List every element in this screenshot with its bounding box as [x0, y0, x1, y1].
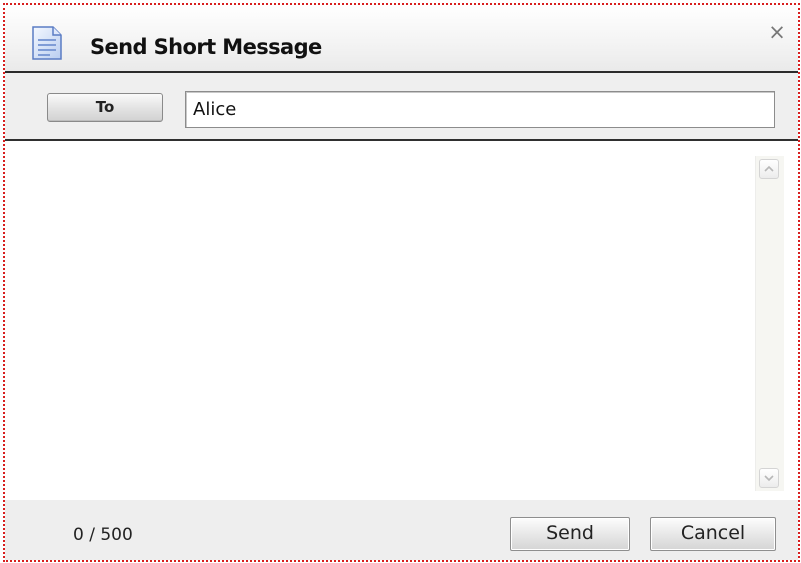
scroll-down-button[interactable] — [759, 468, 779, 488]
cancel-button[interactable]: Cancel — [650, 517, 776, 551]
to-button[interactable]: To — [47, 93, 163, 122]
send-short-message-dialog: Send Short Message × To Alice 0 / 500 Se… — [3, 3, 800, 562]
recipient-row: To — [5, 73, 798, 141]
message-textarea[interactable] — [15, 149, 749, 493]
close-icon[interactable]: × — [766, 21, 788, 43]
chevron-up-icon — [760, 160, 778, 178]
send-button[interactable]: Send — [510, 517, 630, 551]
dialog-footer: 0 / 500 Send Cancel — [5, 500, 798, 560]
title-bar: Send Short Message × — [5, 5, 798, 73]
message-area — [5, 141, 798, 500]
message-scrollbar[interactable] — [755, 156, 784, 491]
recipient-input[interactable] — [185, 91, 775, 128]
dialog-title: Send Short Message — [90, 35, 322, 59]
scroll-up-button[interactable] — [759, 159, 779, 179]
document-icon — [30, 23, 64, 61]
character-counter: 0 / 500 — [73, 525, 133, 545]
chevron-down-icon — [760, 469, 778, 487]
